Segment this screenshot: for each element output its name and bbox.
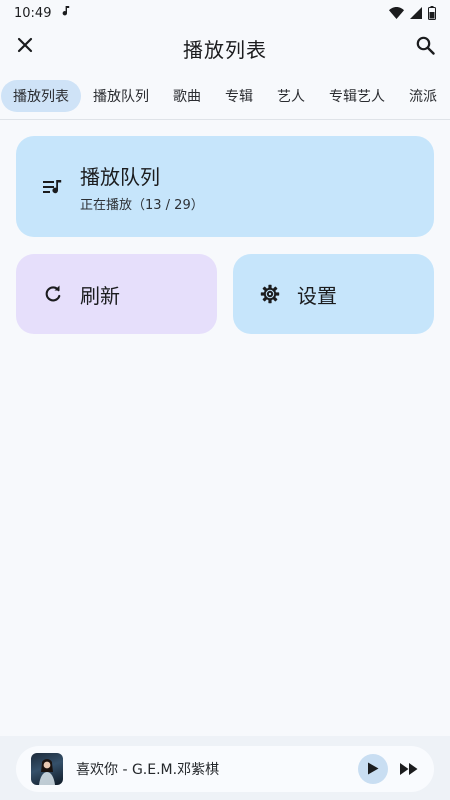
status-time: 10:49: [14, 5, 52, 21]
search-button[interactable]: [410, 32, 440, 62]
library-tabs: 播放列表 播放队列 歌曲 专辑 艺人 专辑艺人 流派: [0, 79, 450, 113]
wifi-icon: [389, 7, 404, 19]
play-queue-title: 播放队列: [80, 164, 160, 189]
search-icon: [416, 36, 435, 59]
tabs-divider: [0, 119, 450, 120]
refresh-button[interactable]: 刷新: [16, 254, 217, 334]
queue-music-icon: [42, 176, 64, 198]
refresh-label: 刷新: [80, 283, 120, 308]
mini-player-bar: 喜欢你 - G.E.M.邓紫棋: [0, 736, 450, 800]
now-playing-title: 喜欢你 - G.E.M.邓紫棋: [76, 762, 220, 778]
tab-artists[interactable]: 艺人: [265, 80, 317, 112]
play-queue-status: 正在播放（13 / 29）: [80, 197, 204, 213]
play-queue-card[interactable]: 播放队列 正在播放（13 / 29）: [16, 136, 434, 237]
page-title: 播放列表: [183, 37, 267, 62]
status-bar: 10:49: [0, 0, 450, 26]
tab-genres[interactable]: 流派: [397, 80, 449, 112]
screen: 10:49 播放列表 播放列表 播放队列 歌曲 专辑 艺人 专辑艺人 流派 播放…: [0, 0, 450, 800]
settings-button[interactable]: 设置: [233, 254, 434, 334]
tab-play-queue[interactable]: 播放队列: [81, 80, 161, 112]
refresh-icon: [42, 283, 64, 305]
play-button[interactable]: [358, 754, 388, 784]
close-icon: [17, 37, 33, 57]
play-icon: [367, 760, 379, 779]
settings-label: 设置: [297, 283, 337, 308]
tab-albums[interactable]: 专辑: [213, 80, 265, 112]
fast-forward-icon: [400, 760, 418, 779]
tab-playlists[interactable]: 播放列表: [1, 80, 81, 112]
top-app-bar: 播放列表: [0, 26, 450, 70]
battery-icon: [428, 6, 436, 20]
tab-songs[interactable]: 歌曲: [161, 80, 213, 112]
close-button[interactable]: [10, 32, 40, 62]
tab-album-artists[interactable]: 专辑艺人: [317, 80, 397, 112]
signal-icon: [410, 7, 422, 19]
gear-icon: [259, 283, 281, 305]
mini-player[interactable]: 喜欢你 - G.E.M.邓紫棋: [16, 746, 434, 792]
album-cover: [31, 753, 63, 785]
next-button[interactable]: [394, 754, 424, 784]
music-note-icon: [61, 5, 71, 21]
